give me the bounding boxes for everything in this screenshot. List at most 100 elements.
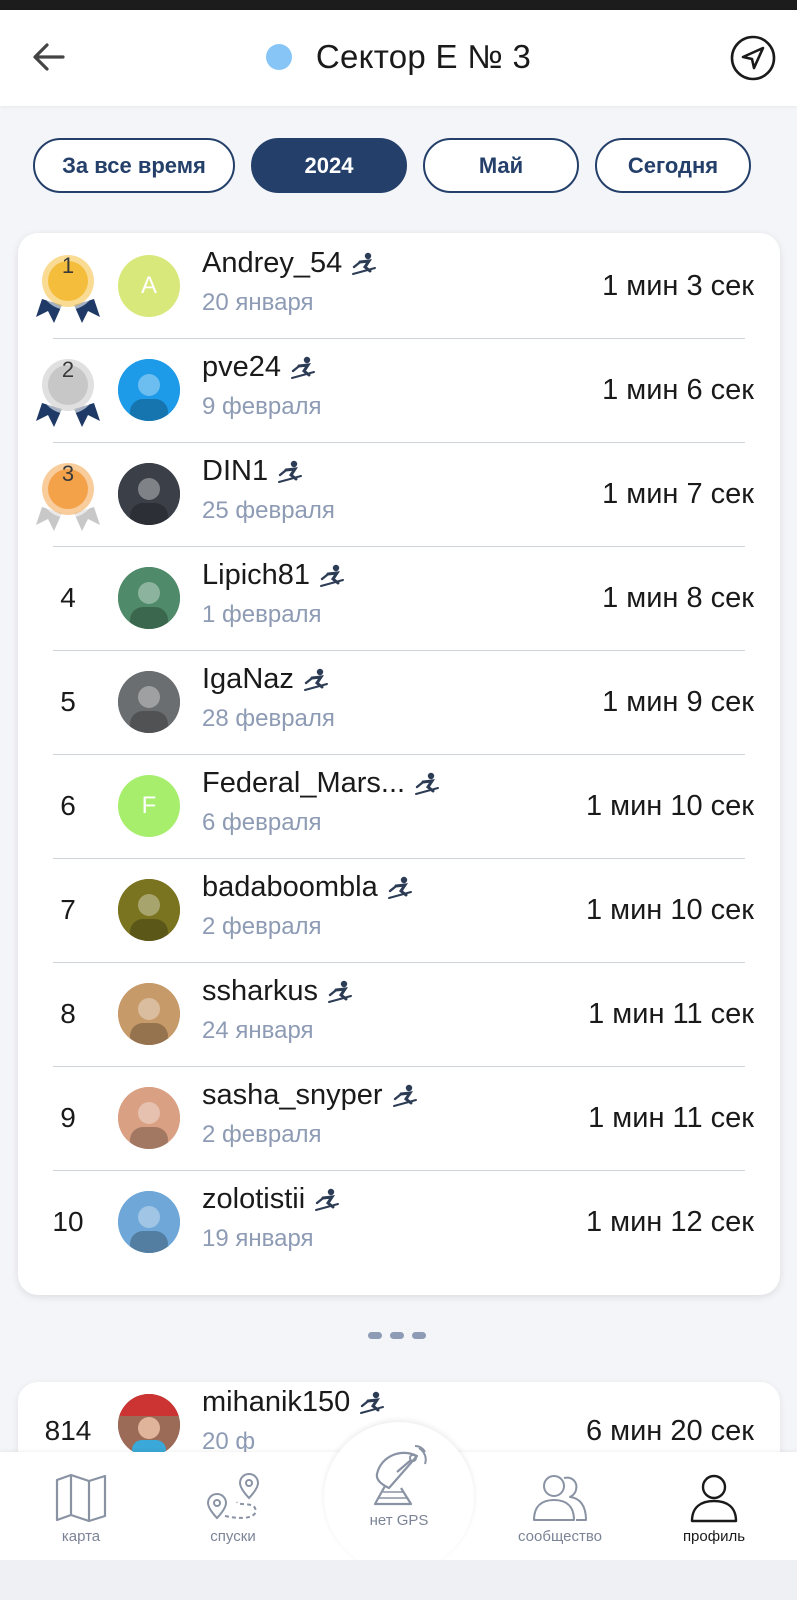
avatar[interactable]: [118, 1191, 180, 1253]
filter-year[interactable]: 2024: [251, 138, 407, 193]
leaderboard-row[interactable]: 3 DIN1 25 февраля 1 мин 7 сек: [18, 441, 780, 547]
username-text: zolotistii: [202, 1183, 306, 1215]
rank-number: 8: [60, 998, 76, 1029]
username: IgaNaz: [202, 663, 330, 696]
username: ssharkus: [202, 975, 354, 1008]
navigate-button[interactable]: [729, 34, 777, 82]
navigation-arrow-icon: [730, 35, 776, 81]
avatar[interactable]: [118, 879, 180, 941]
app-header: Сектор Е № 3: [0, 10, 797, 106]
run-time: 1 мин 11 сек: [588, 997, 754, 1030]
gps-button[interactable]: нет GPS: [324, 1444, 474, 1529]
ski-icon: [415, 772, 440, 795]
rank-number: 9: [60, 1102, 76, 1133]
avatar-letter: A: [140, 272, 157, 299]
rank-number: 3: [61, 461, 75, 486]
filter-all-time[interactable]: За все время: [33, 138, 235, 193]
run-time: 1 мин 6 сек: [602, 373, 754, 406]
satellite-dish-icon: [373, 1445, 427, 1506]
run-time: 1 мин 9 сек: [602, 685, 754, 718]
run-time: 1 мин 3 сек: [602, 269, 754, 302]
run-date: 2 февраля: [202, 913, 322, 940]
username-text: Andrey_54: [202, 247, 343, 279]
my-avatar[interactable]: [118, 1394, 180, 1456]
status-bar: [0, 0, 797, 10]
username: sasha_snyper: [202, 1079, 419, 1112]
username-text: sasha_snyper: [202, 1079, 383, 1111]
username: DIN1: [202, 455, 304, 488]
run-date: 2 февраля: [202, 1121, 322, 1148]
ski-icon: [328, 980, 353, 1003]
username-text: Lipich81: [202, 559, 311, 591]
tab-descents[interactable]: спуски: [158, 1452, 308, 1560]
page-title: Сектор Е № 3: [315, 38, 532, 75]
gps-label: нет GPS: [369, 1512, 429, 1529]
username: badaboombla: [202, 871, 414, 904]
tab-descents-label: спуски: [210, 1528, 256, 1545]
run-date: 19 января: [202, 1225, 314, 1252]
leaderboard-row[interactable]: 10 zolotistii 19 января 1 мин 12 сек: [18, 1169, 780, 1275]
rank-number: 10: [52, 1206, 84, 1237]
avatar[interactable]: [118, 359, 180, 421]
run-date: 6 февраля: [202, 809, 322, 836]
rank-number: 7: [60, 894, 76, 925]
tab-community[interactable]: сообщество: [485, 1452, 635, 1560]
run-date: 9 февраля: [202, 393, 322, 420]
run-date: 20 января: [202, 289, 314, 316]
avatar[interactable]: [118, 1087, 180, 1149]
tab-profile[interactable]: профиль: [639, 1452, 789, 1560]
leaderboard-row[interactable]: 5 IgaNaz 28 февраля 1 мин 9 сек: [18, 649, 780, 755]
ski-icon: [387, 876, 412, 899]
filter-month[interactable]: Май: [423, 138, 579, 193]
ski-icon: [291, 356, 316, 379]
my-username: mihanik150: [202, 1386, 386, 1419]
leaderboard-row[interactable]: 1 A Andrey_54 20 января 1 мин 3 сек: [18, 233, 780, 339]
filter-today[interactable]: Сегодня: [595, 138, 751, 193]
ski-icon: [352, 252, 377, 275]
ski-icon: [392, 1084, 417, 1107]
tab-community-label: сообщество: [518, 1528, 602, 1545]
rank-number: 6: [60, 790, 76, 821]
rank-number: 1: [61, 253, 75, 278]
run-time: 1 мин 8 сек: [602, 581, 754, 614]
leaderboard-row[interactable]: 9 sasha_snyper 2 февраля 1 мин 11 сек: [18, 1065, 780, 1171]
run-date: 1 февраля: [202, 601, 322, 628]
username-text: DIN1: [202, 455, 269, 487]
avatar[interactable]: [118, 463, 180, 525]
map-icon: [55, 1473, 107, 1523]
rank-number: 2: [61, 357, 75, 382]
username-text: badaboombla: [202, 871, 378, 903]
run-time: 1 мин 10 сек: [585, 893, 754, 926]
my-username-text: mihanik150: [202, 1386, 351, 1418]
leaderboard-row[interactable]: 2 pve24 9 февраля 1 мин 6 сек: [18, 337, 780, 443]
leaderboard-row[interactable]: 6 F Federal_Mars... 6 февраля 1 мин 10 сек: [18, 753, 780, 859]
ski-icon: [278, 460, 303, 483]
avatar[interactable]: [118, 671, 180, 733]
avatar[interactable]: A: [118, 255, 180, 317]
avatar[interactable]: F: [118, 775, 180, 837]
run-time: 1 мин 10 сек: [585, 789, 754, 822]
more-indicator[interactable]: [368, 1332, 426, 1339]
ski-icon: [315, 1188, 340, 1211]
avatar-letter: F: [141, 792, 157, 819]
username-text: Federal_Mars...: [202, 767, 406, 799]
profile-icon: [690, 1474, 738, 1523]
username: pve24: [202, 351, 317, 384]
run-time: 1 мин 11 сек: [588, 1101, 754, 1134]
avatar[interactable]: [118, 567, 180, 629]
username: zolotistii: [202, 1183, 341, 1216]
tab-map[interactable]: карта: [6, 1452, 156, 1560]
ski-icon: [303, 668, 328, 691]
username: Lipich81: [202, 559, 346, 592]
username-text: IgaNaz: [202, 663, 294, 695]
rank-number: 4: [60, 582, 76, 613]
username-text: ssharkus: [202, 975, 319, 1007]
avatar[interactable]: [118, 983, 180, 1045]
leaderboard-row[interactable]: 4 Lipich81 1 февраля 1 мин 8 сек: [18, 545, 780, 651]
leaderboard-row[interactable]: 8 ssharkus 24 января 1 мин 11 сек: [18, 961, 780, 1067]
run-date: 24 января: [202, 1017, 314, 1044]
run-time: 1 мин 7 сек: [602, 477, 754, 510]
leaderboard-row[interactable]: 7 badaboombla 2 февраля 1 мин 10 сек: [18, 857, 780, 963]
tab-map-label: карта: [61, 1528, 101, 1545]
username: Andrey_54: [202, 247, 378, 280]
